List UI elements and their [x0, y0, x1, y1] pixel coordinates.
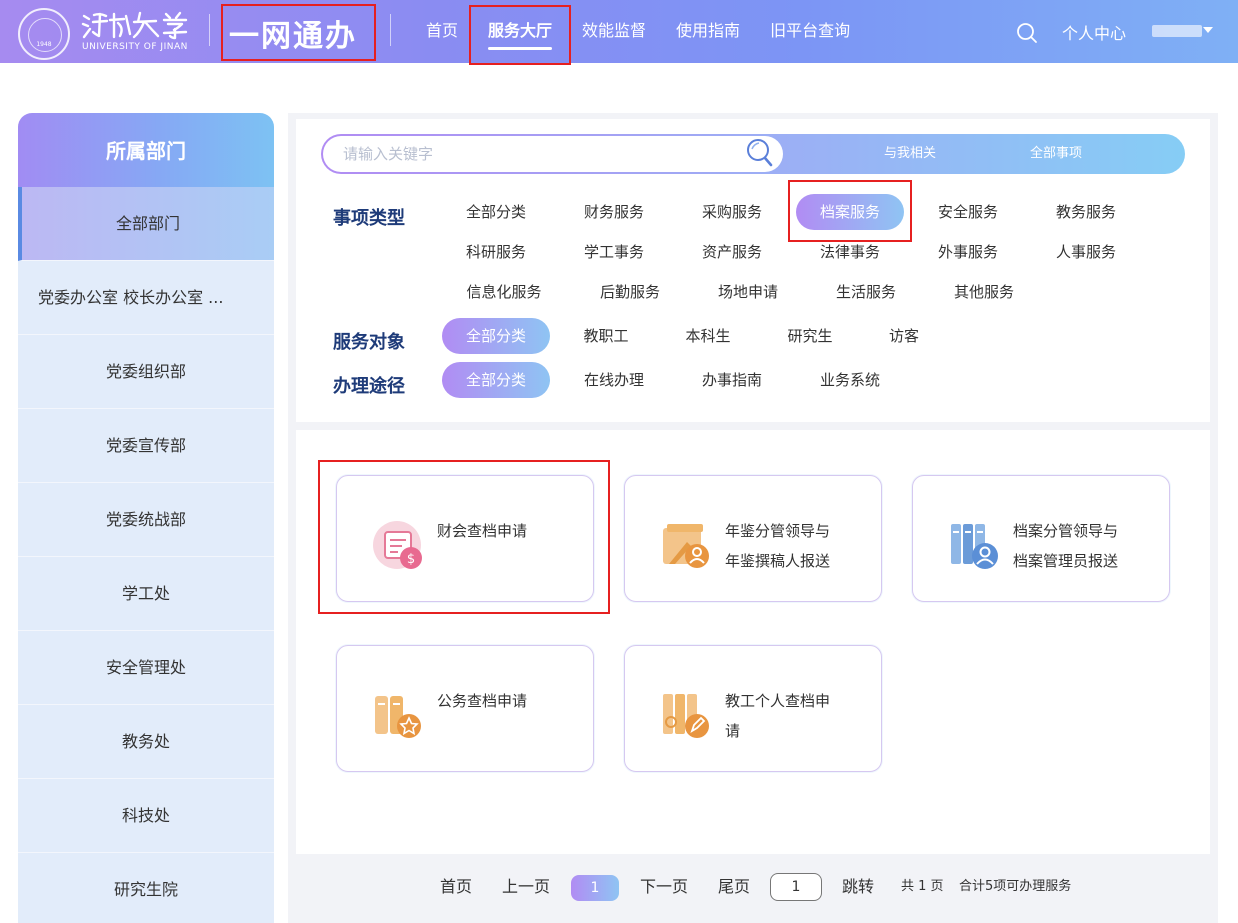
department-sidebar: 所属部门 全部部门 党委办公室 校长办公室 ... 党委组织部 党委宣传部 党委…	[18, 113, 274, 923]
service-card-staff-archive[interactable]: 教工个人查档申 请	[624, 645, 882, 772]
service-card-title: 档案分管领导与 档案管理员报送	[1013, 522, 1119, 570]
type-chip-living[interactable]: 生活服务	[822, 274, 910, 310]
type-chip-all[interactable]: 全部分类	[452, 194, 540, 230]
pager-total-items: 合计5项可办理服务	[959, 879, 1072, 894]
header-divider	[209, 14, 210, 46]
type-chip-venue[interactable]: 场地申请	[704, 274, 792, 310]
sidebar-item-party-office[interactable]: 党委办公室 校长办公室 ...	[18, 261, 274, 335]
service-card-yearbook[interactable]: 年鉴分管领导与 年鉴撰稿人报送	[624, 475, 882, 602]
type-chip-safety[interactable]: 安全服务	[924, 194, 1012, 230]
target-chip-visitor[interactable]: 访客	[876, 318, 932, 354]
service-card-title: 年鉴分管领导与 年鉴撰稿人报送	[725, 522, 831, 570]
type-chip-other[interactable]: 其他服务	[940, 274, 1028, 310]
filter-channel-label: 办理途径	[333, 376, 405, 397]
archive-manager-icon	[951, 524, 998, 569]
sidebar-item-student-affairs[interactable]: 学工处	[18, 557, 274, 631]
sidebar-item-all-departments[interactable]: 全部部门	[18, 187, 274, 261]
sidebar-item-united-front-dept[interactable]: 党委统战部	[18, 483, 274, 557]
sidebar-item-organization-dept[interactable]: 党委组织部	[18, 335, 274, 409]
university-calligraphy-logo	[81, 11, 188, 40]
brand-title: 一网通办	[229, 19, 357, 54]
type-chip-student-affairs[interactable]: 学工事务	[570, 234, 658, 270]
channel-chip-business-system[interactable]: 业务系统	[806, 362, 894, 398]
sidebar-item-publicity-dept[interactable]: 党委宣传部	[18, 409, 274, 483]
user-center-link[interactable]: 个人中心	[1062, 20, 1126, 44]
type-chip-procurement[interactable]: 采购服务	[688, 194, 776, 230]
official-archive-icon	[375, 696, 421, 738]
type-chip-logistics[interactable]: 后勤服务	[586, 274, 674, 310]
chevron-down-icon[interactable]	[1203, 27, 1213, 33]
type-chip-foreign-affairs[interactable]: 外事服务	[924, 234, 1012, 270]
pager-next[interactable]: 下一页	[640, 873, 688, 901]
target-chip-staff[interactable]: 教职工	[570, 318, 642, 354]
channel-chip-guide[interactable]: 办事指南	[688, 362, 776, 398]
pager-prev[interactable]: 上一页	[502, 873, 550, 901]
channel-chip-all[interactable]: 全部分类	[442, 362, 550, 398]
pager-last[interactable]: 尾页	[718, 873, 750, 901]
university-seal-icon: 1948	[18, 8, 70, 60]
yearbook-icon	[663, 524, 709, 568]
type-chip-personnel[interactable]: 人事服务	[1042, 234, 1130, 270]
search-icon[interactable]	[1016, 22, 1038, 44]
sidebar-item-safety-management[interactable]: 安全管理处	[18, 631, 274, 705]
pager-total-pages: 共 1 页	[901, 879, 944, 894]
finance-archive-icon: $	[373, 521, 422, 569]
sidebar-item-academic-affairs[interactable]: 教务处	[18, 705, 274, 779]
sidebar-item-science-tech[interactable]: 科技处	[18, 779, 274, 853]
nav-efficiency-supervision[interactable]: 效能监督	[582, 0, 646, 63]
nav-old-platform-query[interactable]: 旧平台查询	[770, 0, 850, 63]
main-nav: 首页 服务大厅 效能监督 使用指南 旧平台查询	[426, 0, 850, 63]
search-input[interactable]	[323, 136, 783, 172]
type-chip-finance[interactable]: 财务服务	[570, 194, 658, 230]
nav-home[interactable]: 首页	[426, 0, 458, 63]
service-card-title: 公务查档申请	[437, 692, 528, 710]
target-chip-undergraduate[interactable]: 本科生	[672, 318, 744, 354]
service-card-official-archive[interactable]: 公务查档申请	[336, 645, 594, 772]
nav-user-guide[interactable]: 使用指南	[676, 0, 740, 63]
type-chip-research[interactable]: 科研服务	[452, 234, 540, 270]
service-card-title: 财会查档申请	[437, 522, 528, 540]
nav-service-hall[interactable]: 服务大厅	[488, 0, 553, 63]
user-name-redacted[interactable]	[1152, 25, 1202, 37]
pager-current-page[interactable]: 1	[571, 875, 619, 901]
service-card-finance-archive[interactable]: $ 财会查档申请	[336, 475, 594, 602]
type-chip-archive[interactable]: 档案服务	[796, 194, 904, 230]
service-card-title: 教工个人查档申 请	[725, 692, 831, 740]
header-divider	[390, 14, 391, 46]
top-header: 1948 UNIVERSITY OF JINAN 一网通办 首页 服务大厅 效能…	[0, 0, 1238, 63]
pager-jump-input[interactable]	[770, 873, 822, 901]
target-chip-all[interactable]: 全部分类	[442, 318, 550, 354]
search-button-icon[interactable]	[745, 137, 775, 169]
target-chip-graduate[interactable]: 研究生	[774, 318, 846, 354]
pager-first[interactable]: 首页	[440, 873, 472, 901]
university-logo[interactable]: 1948 UNIVERSITY OF JINAN	[18, 6, 194, 60]
sidebar-item-graduate-school[interactable]: 研究生院	[18, 853, 274, 923]
filter-target-label: 服务对象	[333, 332, 405, 353]
filter-type-label: 事项类型	[333, 208, 405, 229]
service-card-archive-manager[interactable]: 档案分管领导与 档案管理员报送	[912, 475, 1170, 602]
channel-chip-online[interactable]: 在线办理	[570, 362, 658, 398]
scope-related-tab[interactable]: 与我相关	[884, 134, 936, 174]
search-bar: 与我相关 全部事项	[321, 134, 1185, 174]
svg-text:$: $	[407, 552, 415, 567]
sidebar-title: 所属部门	[18, 113, 274, 187]
staff-archive-icon	[663, 694, 709, 738]
type-chip-legal[interactable]: 法律事务	[806, 234, 894, 270]
scope-all-tab[interactable]: 全部事项	[1030, 134, 1082, 174]
type-chip-academic[interactable]: 教务服务	[1042, 194, 1130, 230]
type-chip-assets[interactable]: 资产服务	[688, 234, 776, 270]
pager-jump-button[interactable]: 跳转	[842, 873, 874, 901]
type-chip-it[interactable]: 信息化服务	[452, 274, 556, 310]
